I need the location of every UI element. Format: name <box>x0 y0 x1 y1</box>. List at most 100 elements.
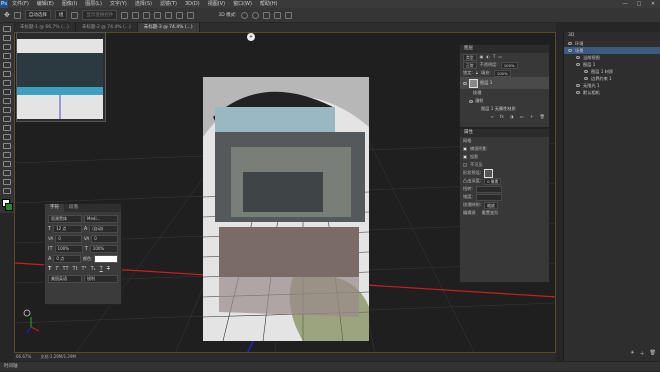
eyedropper-tool-icon[interactable] <box>3 71 11 77</box>
hand-tool-icon[interactable] <box>3 179 11 185</box>
tab-paragraph[interactable]: 段落 <box>64 204 83 212</box>
close-button[interactable]: ✕ <box>646 1 660 7</box>
faux-italic-icon[interactable]: T <box>55 266 58 272</box>
visibility-eye-icon[interactable] <box>576 91 580 94</box>
texture-mapping-select[interactable]: 缩放 <box>484 201 498 209</box>
reset-deform-button[interactable]: 重置变形 <box>482 209 499 217</box>
kerning-field[interactable]: 0 <box>55 234 82 243</box>
trash-icon[interactable]: 🗑︎ <box>650 350 656 357</box>
blend-mode-select[interactable]: 正常 <box>463 61 477 69</box>
menu-3d[interactable]: 3D(D) <box>181 0 204 8</box>
maximize-button[interactable]: □ <box>632 1 646 7</box>
healing-tool-icon[interactable] <box>3 80 11 86</box>
twist-field[interactable] <box>475 185 502 193</box>
new-scene-icon[interactable]: ＋ <box>640 350 645 357</box>
all-caps-icon[interactable]: TT <box>62 266 68 272</box>
align-bottom-icon[interactable] <box>143 11 151 19</box>
minimize-button[interactable]: — <box>618 1 632 7</box>
align-right-icon[interactable] <box>176 11 184 19</box>
filter-shape-icon[interactable]: ▭ <box>498 53 502 61</box>
tracking-field[interactable]: 0 <box>91 234 118 243</box>
horizontal-scale-field[interactable]: 100% <box>89 244 118 253</box>
filter-pixel-icon[interactable]: ▣ <box>480 53 484 61</box>
visibility-eye-icon[interactable] <box>568 42 572 45</box>
scene-item[interactable]: 边界约束 1 <box>564 75 660 82</box>
layer-row[interactable]: 图层 1 <box>460 77 549 89</box>
fill-field[interactable]: 100% <box>493 69 511 77</box>
cast-shadow-checkbox[interactable] <box>463 155 467 159</box>
strikethrough-icon[interactable]: T <box>107 266 110 272</box>
transform-checkbox-icon[interactable] <box>71 11 79 19</box>
fx-icon[interactable]: fx <box>500 113 504 121</box>
opacity-field[interactable]: 100% <box>500 61 518 69</box>
background-color-swatch[interactable] <box>5 203 13 211</box>
antialias-select[interactable]: 锐利 <box>84 274 118 283</box>
baseline-field[interactable]: 0 点 <box>53 254 82 263</box>
auto-select-target[interactable]: 组 <box>54 10 68 20</box>
scene-item[interactable]: 图层 1 材质 <box>564 68 660 75</box>
visibility-eye-icon[interactable] <box>584 70 588 73</box>
dodge-tool-icon[interactable] <box>3 143 11 149</box>
scene-item[interactable]: 图层 1 <box>564 61 660 68</box>
lasso-tool-icon[interactable] <box>3 44 11 50</box>
document-canvas[interactable] <box>203 77 369 341</box>
type-tool-icon[interactable] <box>3 161 11 167</box>
history-brush-tool-icon[interactable] <box>3 107 11 113</box>
zoom-tool-icon[interactable] <box>3 188 11 194</box>
brush-tool-icon[interactable] <box>3 89 11 95</box>
auto-select-toggle[interactable]: 自动选择 <box>24 10 51 20</box>
language-select[interactable]: 美国英语 <box>48 274 82 283</box>
secondary-view[interactable] <box>16 32 106 122</box>
menu-file[interactable]: 文件(F) <box>8 0 33 8</box>
mask-icon[interactable]: ◑ <box>510 113 514 121</box>
menu-edit[interactable]: 编辑(E) <box>33 0 58 8</box>
align-middle-icon[interactable] <box>132 11 140 19</box>
move-tool-icon[interactable] <box>3 26 11 32</box>
layer-row[interactable]: 漫射 <box>460 97 549 105</box>
menu-type[interactable]: 文字(Y) <box>106 0 131 8</box>
pan-3d-icon[interactable] <box>262 11 270 19</box>
capture-shadow-checkbox[interactable] <box>463 147 467 151</box>
leading-field[interactable]: (自动) <box>89 224 119 233</box>
mesh-tab[interactable]: 网格 <box>463 137 471 145</box>
subscript-icon[interactable]: T₁ <box>91 266 96 272</box>
scene-item[interactable]: 场景 <box>564 47 660 54</box>
tab-doc-1[interactable]: 未标题-1 @ 66.7% (...) <box>14 23 76 32</box>
visibility-eye-icon[interactable] <box>576 63 580 66</box>
visibility-eye-icon[interactable] <box>469 99 473 103</box>
eraser-tool-icon[interactable] <box>3 116 11 122</box>
scene-item[interactable]: 无限光 1 <box>564 82 660 89</box>
extrusion-depth-field[interactable]: 0 像素 <box>484 177 502 185</box>
scene-item[interactable]: 环境 <box>564 40 660 47</box>
small-caps-icon[interactable]: Tt <box>73 266 78 272</box>
layer-row[interactable]: 图层 1 无属性材质 <box>460 105 549 113</box>
link-icon[interactable]: ∞ <box>490 113 494 121</box>
scene-item[interactable]: 当前视图 <box>564 54 660 61</box>
taper-field[interactable] <box>475 193 502 201</box>
axis-widget-icon[interactable] <box>23 309 53 339</box>
tab-character[interactable]: 字符 <box>45 204 64 212</box>
checkbox-icon[interactable] <box>13 11 21 19</box>
lock-icon[interactable]: 🔒︎ <box>476 69 478 77</box>
distribute-icon[interactable] <box>187 11 195 19</box>
visibility-eye-icon[interactable] <box>463 81 467 85</box>
text-color-swatch[interactable] <box>94 254 118 263</box>
scale-3d-icon[interactable] <box>284 11 292 19</box>
filter-adjust-icon[interactable]: ◐ <box>486 53 490 61</box>
light-icon[interactable]: ☀ <box>630 350 634 357</box>
stamp-tool-icon[interactable] <box>3 98 11 104</box>
edit-source-button[interactable]: 编辑源 <box>463 209 476 217</box>
align-center-icon[interactable] <box>165 11 173 19</box>
invisible-checkbox[interactable] <box>463 163 467 167</box>
font-family-select[interactable]: 思源黑体 <box>48 214 82 223</box>
pen-tool-icon[interactable] <box>3 152 11 158</box>
faux-bold-icon[interactable]: T <box>48 266 51 272</box>
marquee-tool-icon[interactable] <box>3 35 11 41</box>
visibility-eye-icon[interactable] <box>568 49 572 52</box>
shape-preset-thumbnail[interactable] <box>484 168 494 178</box>
tab-doc-3[interactable]: 未标题-3 @ 74.4% (...) <box>137 23 200 32</box>
visibility-eye-icon[interactable] <box>576 84 580 87</box>
menu-layer[interactable]: 图层(L) <box>81 0 106 8</box>
show-transform-toggle[interactable]: 显示变换控件 <box>82 10 118 20</box>
new-layer-icon[interactable]: ＋ <box>529 113 533 121</box>
